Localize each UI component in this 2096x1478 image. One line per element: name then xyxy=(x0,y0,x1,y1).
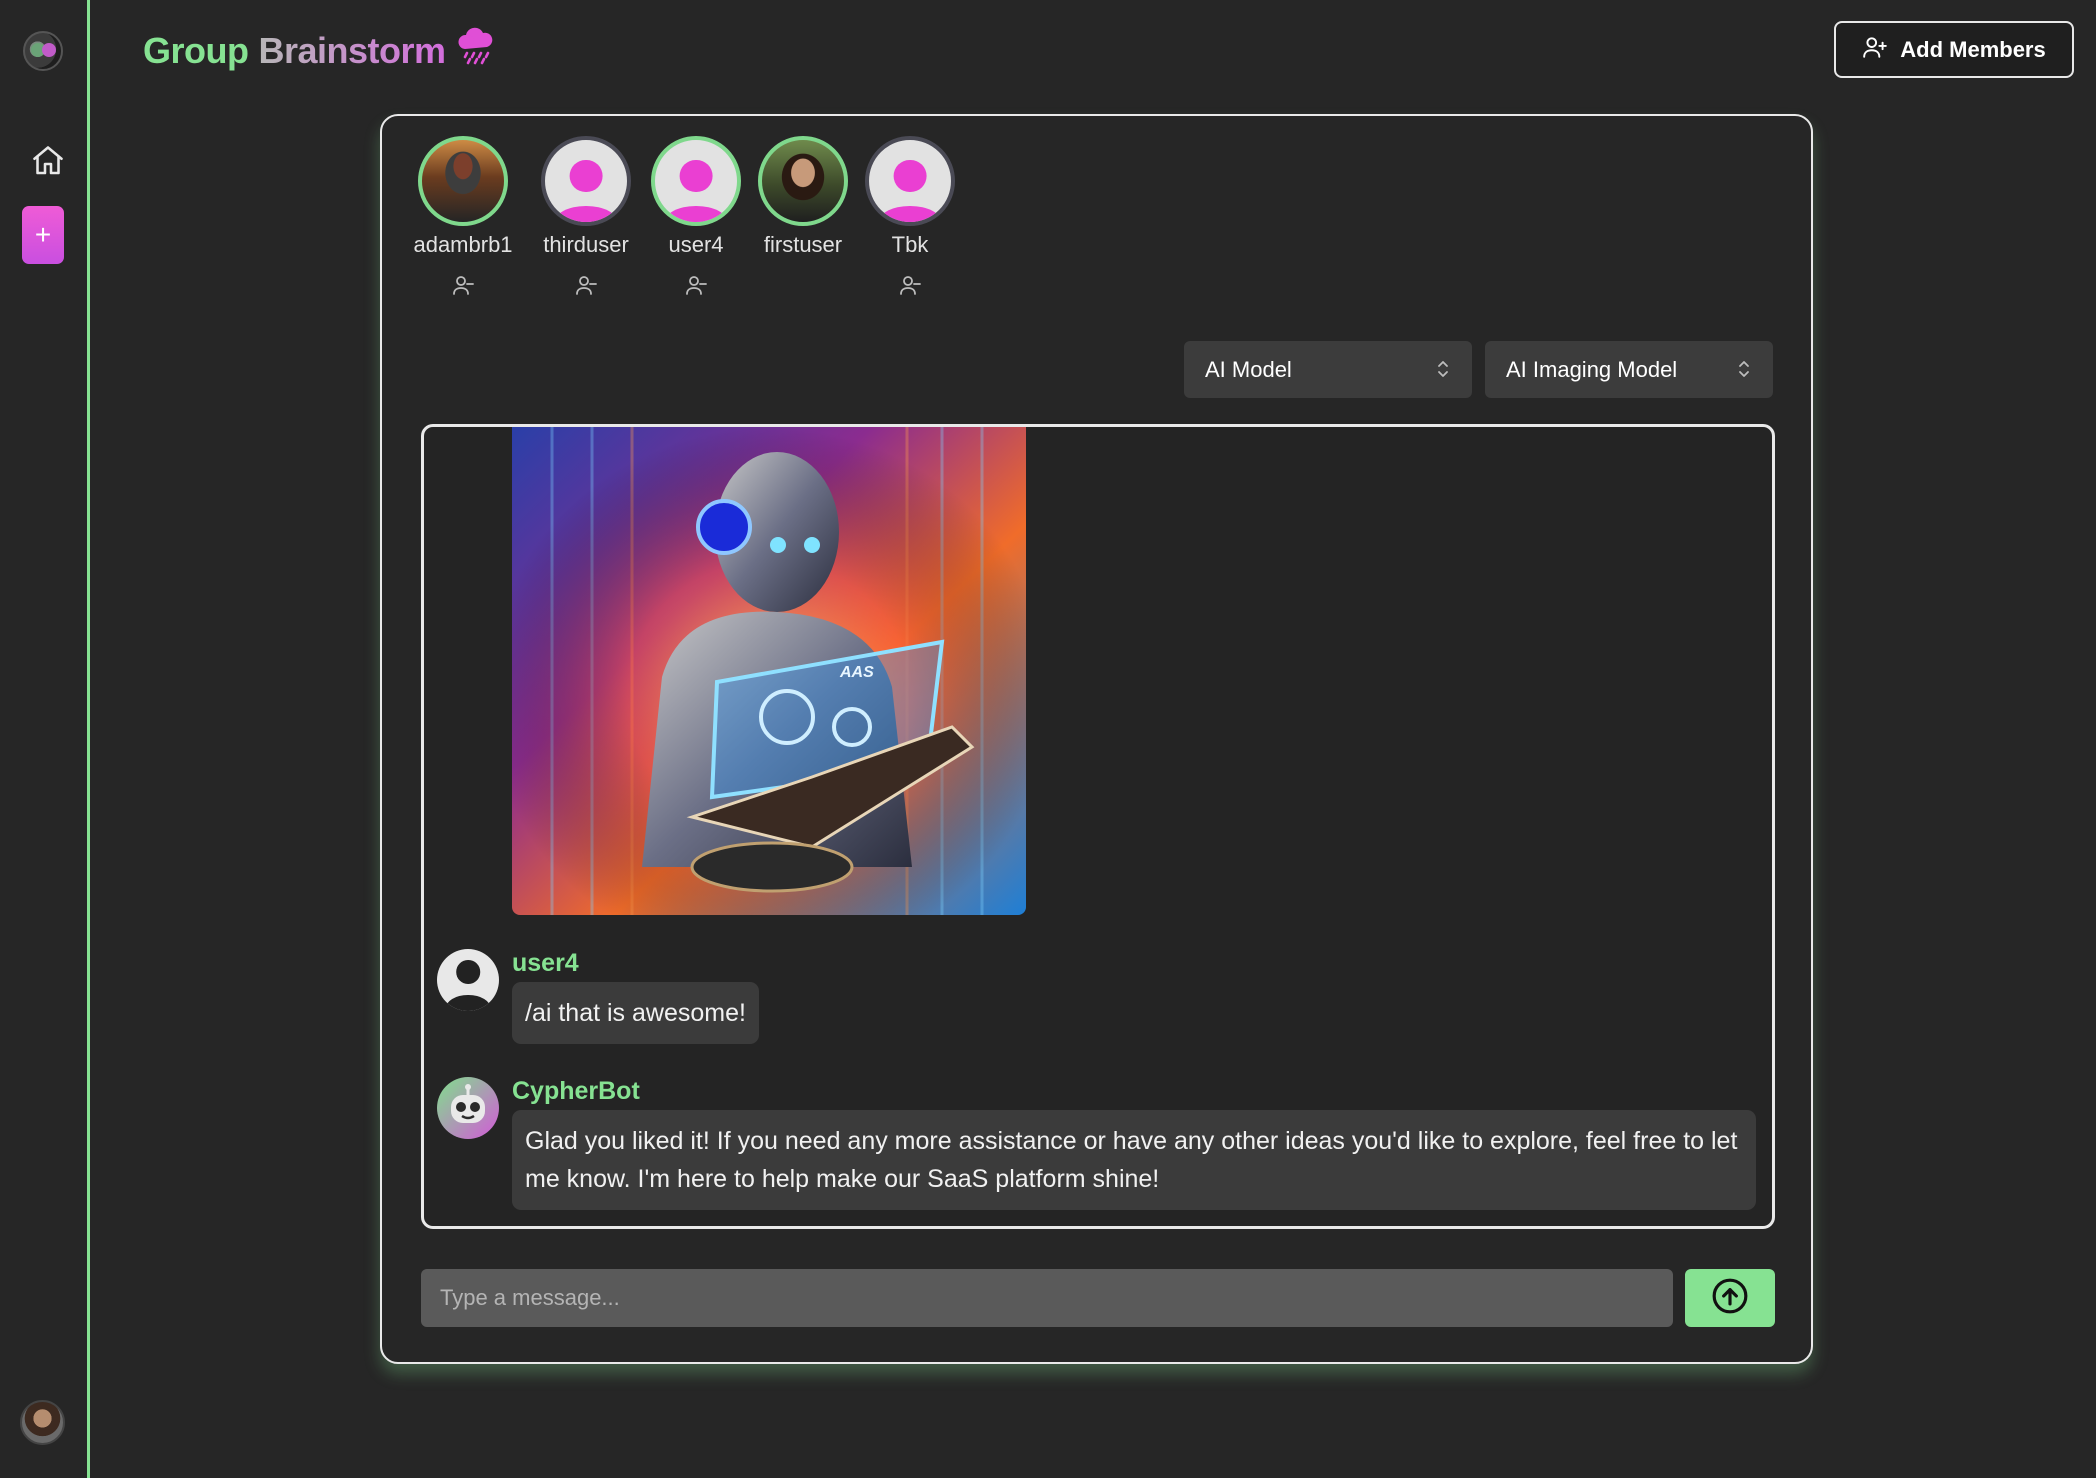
member-name: firstuser xyxy=(763,232,843,257)
image-text: AAS xyxy=(839,664,874,681)
avatar xyxy=(437,949,499,1011)
page-title-part1: Group xyxy=(143,29,249,71)
chevron-up-down-icon xyxy=(1436,359,1450,385)
chat-panel: adambrb1 thirduser user4 firstuser Tbk A… xyxy=(380,114,1813,1364)
send-button[interactable] xyxy=(1685,1269,1775,1327)
ai-imaging-model-select[interactable]: AI Imaging Model xyxy=(1485,341,1773,398)
member-name: user4 xyxy=(668,232,724,257)
member-thirduser[interactable]: thirduser xyxy=(541,136,631,295)
add-members-label: Add Members xyxy=(1900,36,2046,62)
message-input[interactable] xyxy=(421,1269,1673,1327)
home-icon[interactable] xyxy=(27,140,69,182)
ai-model-label: AI Model xyxy=(1205,356,1292,382)
remove-user-icon[interactable] xyxy=(450,272,476,298)
message-author: CypherBot xyxy=(512,1077,640,1105)
remove-user-icon[interactable] xyxy=(573,272,599,298)
current-user-avatar[interactable] xyxy=(20,1400,65,1445)
rain-cloud-icon xyxy=(456,27,496,74)
chevron-up-down-icon xyxy=(1737,359,1751,385)
message-author: user4 xyxy=(512,949,579,977)
add-members-button[interactable]: Add Members xyxy=(1834,21,2074,78)
member-name: adambrb1 xyxy=(413,232,513,257)
generated-image[interactable]: AAS xyxy=(512,427,1026,915)
message-text: Glad you liked it! If you need any more … xyxy=(512,1110,1756,1210)
message-text: /ai that is awesome! xyxy=(512,982,759,1044)
members-list: adambrb1 thirduser user4 firstuser Tbk xyxy=(413,136,955,295)
bot-avatar xyxy=(437,1077,499,1139)
member-user4[interactable]: user4 xyxy=(651,136,741,295)
message-user4: user4 /ai that is awesome! xyxy=(437,949,759,1044)
ai-model-select[interactable]: AI Model xyxy=(1184,341,1472,398)
member-adambrb1[interactable]: adambrb1 xyxy=(413,136,513,295)
member-name: Tbk xyxy=(891,232,929,257)
member-name: thirduser xyxy=(543,232,629,257)
chat-messages[interactable]: AAS user4 /ai that is awesome! CypherBot… xyxy=(421,424,1775,1229)
remove-user-icon[interactable] xyxy=(897,272,923,298)
page-title-part2: Brainstorm xyxy=(258,29,446,71)
new-chat-button[interactable]: + xyxy=(22,206,64,264)
avatar xyxy=(418,136,508,226)
avatar xyxy=(758,136,848,226)
arrow-up-circle-icon xyxy=(1711,1277,1749,1320)
message-cypherbot: CypherBot Glad you liked it! If you need… xyxy=(437,1077,1756,1210)
member-tbk[interactable]: Tbk xyxy=(865,136,955,295)
remove-user-icon[interactable] xyxy=(683,272,709,298)
page-title: Group Brainstorm xyxy=(143,27,496,74)
add-user-icon xyxy=(1862,34,1888,66)
sidebar: + xyxy=(0,0,90,1478)
plus-icon: + xyxy=(34,219,52,250)
member-firstuser[interactable]: firstuser xyxy=(758,136,848,258)
avatar xyxy=(541,136,631,226)
avatar xyxy=(651,136,741,226)
app-logo[interactable] xyxy=(23,31,63,71)
avatar xyxy=(865,136,955,226)
ai-imaging-model-label: AI Imaging Model xyxy=(1506,356,1678,382)
